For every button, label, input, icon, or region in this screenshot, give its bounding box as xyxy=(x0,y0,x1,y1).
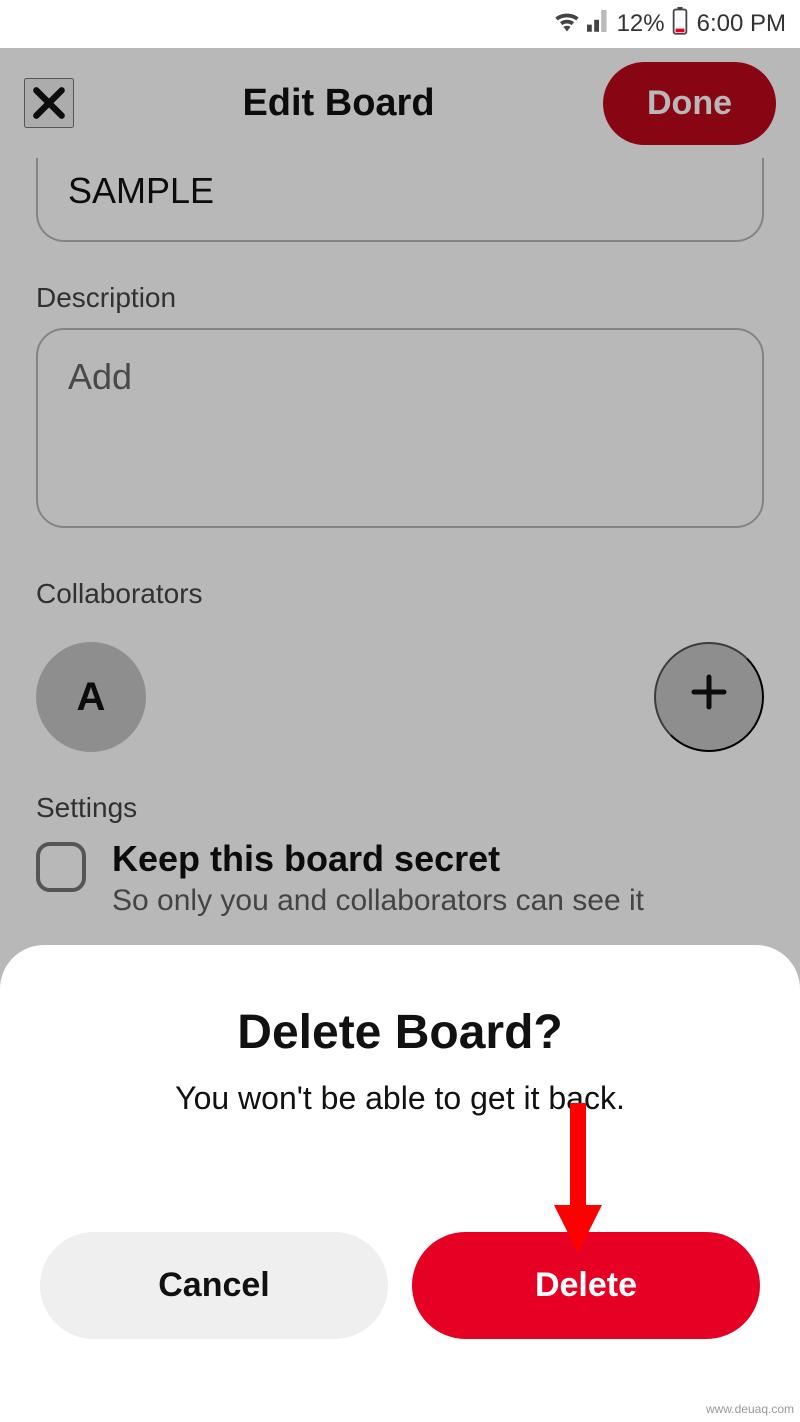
description-input[interactable]: Add xyxy=(36,328,764,528)
board-name-input[interactable]: SAMPLE xyxy=(36,158,764,242)
avatar[interactable]: A xyxy=(36,642,146,752)
signal-icon xyxy=(587,10,611,39)
secret-subtitle: So only you and collaborators can see it xyxy=(112,884,644,918)
status-bar: 12% 6:00 PM xyxy=(0,0,800,48)
delete-button[interactable]: Delete xyxy=(412,1232,760,1339)
footer-strip xyxy=(0,1387,800,1422)
delete-confirm-sheet: Delete Board? You won't be able to get i… xyxy=(0,945,800,1387)
clock-time: 6:00 PM xyxy=(697,10,786,38)
dialog-title: Delete Board? xyxy=(40,1005,760,1060)
secret-checkbox[interactable] xyxy=(36,842,86,892)
plus-icon xyxy=(689,672,729,722)
collaborators-row: A xyxy=(0,624,800,792)
settings-label: Settings xyxy=(36,792,728,824)
collaborators-label: Collaborators xyxy=(36,578,764,610)
dialog-actions: Cancel Delete xyxy=(40,1232,760,1339)
watermark: www.deuaq.com xyxy=(706,1402,794,1416)
cancel-button[interactable]: Cancel xyxy=(40,1232,388,1339)
battery-icon xyxy=(671,7,689,42)
secret-title: Keep this board secret xyxy=(112,838,644,880)
secret-setting-row[interactable]: Keep this board secret So only you and c… xyxy=(36,838,764,918)
top-bar: Edit Board Done xyxy=(0,48,800,158)
wifi-icon xyxy=(553,10,581,39)
battery-percentage: 12% xyxy=(617,10,665,38)
dialog-subtitle: You won't be able to get it back. xyxy=(40,1080,760,1117)
done-button[interactable]: Done xyxy=(603,62,776,145)
add-collaborator-button[interactable] xyxy=(654,642,764,752)
close-button[interactable] xyxy=(24,78,74,128)
description-label: Description xyxy=(36,282,764,314)
page-title: Edit Board xyxy=(74,82,603,125)
